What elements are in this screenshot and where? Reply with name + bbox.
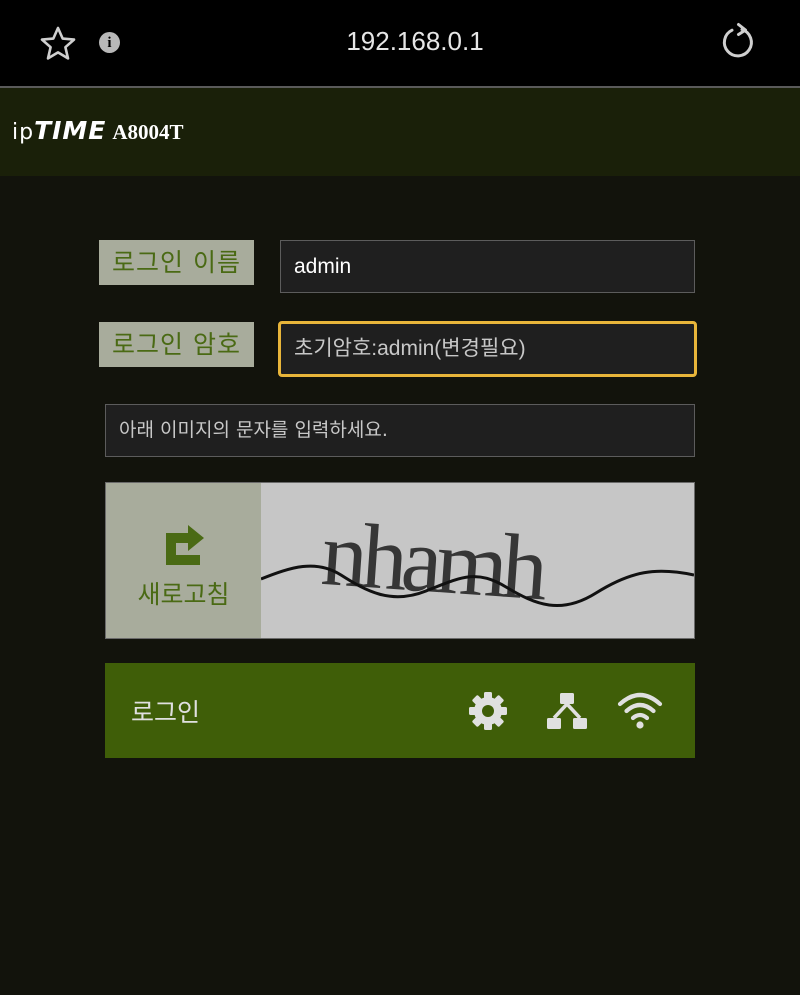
address-bar-url[interactable]: 192.168.0.1 <box>0 26 800 57</box>
password-label: 로그인 암호 <box>99 322 254 367</box>
captcha-image: nhamh <box>261 483 694 638</box>
brand-ip: ip <box>12 120 35 145</box>
reload-icon[interactable] <box>718 22 758 62</box>
brand-logo: ipTIME A8004T <box>12 116 184 145</box>
wifi-icon[interactable] <box>617 690 663 732</box>
browser-toolbar: i 192.168.0.1 <box>0 0 800 88</box>
password-input[interactable] <box>278 321 697 377</box>
model-name: A8004T <box>112 120 184 144</box>
app-header: ipTIME A8004T <box>0 88 800 176</box>
captcha-text: nhamh <box>318 502 550 619</box>
username-label: 로그인 이름 <box>99 240 254 285</box>
refresh-button[interactable]: 새로고침 <box>106 483 261 638</box>
refresh-arrow-icon <box>166 525 204 565</box>
captcha-input[interactable]: 아래 이미지의 문자를 입력하세요. <box>105 404 695 457</box>
captcha-panel: 새로고침 nhamh <box>105 482 695 639</box>
brand-time: TIME <box>34 116 107 145</box>
refresh-label: 새로고침 <box>137 580 230 609</box>
login-bar: 로그인 <box>105 663 695 758</box>
gear-icon[interactable] <box>467 690 509 732</box>
username-input[interactable] <box>280 240 695 293</box>
network-icon[interactable] <box>546 690 588 732</box>
login-button[interactable]: 로그인 <box>131 693 200 729</box>
